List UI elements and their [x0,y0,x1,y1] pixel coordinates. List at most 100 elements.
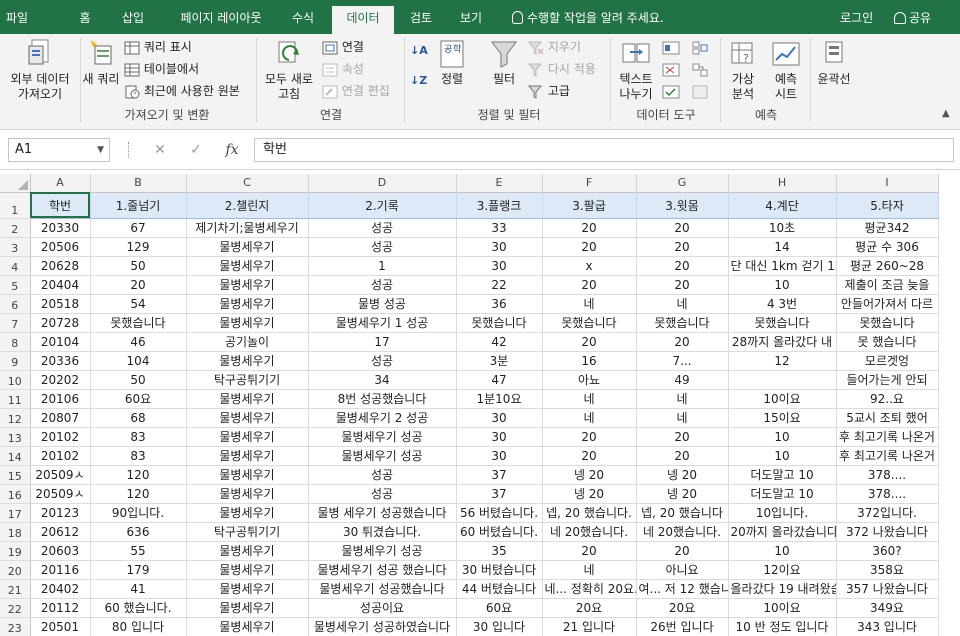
cell[interactable]: 68 [90,408,187,428]
cell[interactable]: 네 20했습니다. [636,522,729,542]
row-header[interactable]: 12 [0,408,31,428]
cell[interactable]: 탁구공튀기기 [186,522,309,542]
cell[interactable]: 80 입니다 [90,617,187,636]
cell[interactable]: 12이요 [728,560,837,580]
share-button[interactable]: 공유 [894,6,931,30]
cell[interactable]: 1 [308,256,457,276]
cell[interactable]: 129 [90,237,187,257]
cell[interactable]: 34 [308,370,457,390]
column-header[interactable]: B [90,174,187,193]
cell[interactable]: 학번 [30,192,91,219]
sort-ascending-button[interactable]: ↓A [410,42,428,60]
cell[interactable]: 아뇨 [542,370,637,390]
cell[interactable]: 10 반 정도 입니다 [728,617,837,636]
cell[interactable]: 네 [542,560,637,580]
cell[interactable]: 20402 [30,579,91,599]
formula-bar-separator[interactable] [128,142,130,158]
cell[interactable]: x [542,256,637,276]
cell[interactable]: 제출이 조금 늦을 [836,275,939,295]
tell-me-box[interactable]: 수행할 작업을 알려 주세요. [512,6,664,30]
cell[interactable]: 120 [90,484,187,504]
cell[interactable]: 14 [728,237,837,257]
row-header[interactable]: 19 [0,541,31,561]
cell[interactable]: 60요 [90,389,187,409]
cell[interactable]: 83 [90,446,187,466]
cell[interactable]: 물병세우기 [186,484,309,504]
cell[interactable]: 단 대신 1km 걷기 12 [728,256,837,276]
cell[interactable]: 5.타자 [836,192,939,219]
cell[interactable]: 3.플랭크 [456,192,543,219]
cell[interactable]: 넹 20 [636,484,729,504]
cell[interactable]: 1.줄넘기 [90,192,187,219]
cell[interactable]: 성공 [308,351,457,371]
cell[interactable]: 탁구공튀기기 [186,370,309,390]
cell[interactable]: 20104 [30,332,91,352]
cell[interactable]: 물병세우기 성공 [308,541,457,561]
new-query-button[interactable]: 새 쿼리 [82,38,120,87]
cell[interactable]: 평균342 [836,218,939,238]
cell[interactable]: 못했습니다 [836,313,939,333]
from-table-button[interactable]: 테이블에서 [124,60,199,78]
cell[interactable]: 60요 [456,598,543,618]
chevron-down-icon[interactable]: ▼ [97,139,104,161]
column-header[interactable]: H [728,174,837,193]
cell[interactable]: 20 [636,237,729,257]
cell[interactable]: 179 [90,560,187,580]
row-header[interactable]: 6 [0,294,31,314]
ribbon-tab[interactable]: 데이터 [332,6,394,34]
data-validation-button[interactable] [662,82,680,100]
ribbon-tab[interactable]: 보기 [450,6,492,34]
name-box[interactable]: A1 ▼ [8,138,110,162]
cell[interactable]: 넵, 20 했습니다. [542,503,637,523]
cell[interactable]: 제기차기;물병세우기 [186,218,309,238]
cell[interactable]: 10이요 [728,598,837,618]
cell[interactable]: 못했습니다 [90,313,187,333]
edit-links-button[interactable]: 연결 편집 [322,82,390,100]
row-header[interactable]: 8 [0,332,31,352]
cell[interactable]: 물병 세우기 성공했습니다 [308,503,457,523]
cell[interactable]: 평균 수 306 [836,237,939,257]
cell[interactable]: 20336 [30,351,91,371]
show-queries-button[interactable]: 쿼리 표시 [124,38,192,56]
row-header[interactable]: 14 [0,446,31,466]
cell[interactable]: 120 [90,465,187,485]
cell[interactable]: 물병세우기 [186,465,309,485]
cell[interactable]: 12 [728,351,837,371]
insert-function-icon[interactable]: fx [222,140,242,160]
cell[interactable]: 모르겟엉 [836,351,939,371]
cell[interactable]: 2.챌린지 [186,192,309,219]
cell[interactable]: 물병세우기 [186,351,309,371]
cell[interactable]: 20 [542,446,637,466]
cell[interactable]: 성공 [308,218,457,238]
cell[interactable]: 20 [542,218,637,238]
cell[interactable]: 넹 20 [636,465,729,485]
cell[interactable]: 49 [636,370,729,390]
sort-descending-button[interactable]: ↓Z [410,72,427,90]
cell[interactable]: 네... 정확히 20요. [542,579,637,599]
cell[interactable]: 104 [90,351,187,371]
cell[interactable]: 372입니다. [836,503,939,523]
cell[interactable]: 20 [90,275,187,295]
cell[interactable]: 물병세우기 [186,275,309,295]
ribbon-tab[interactable]: 파일 [0,6,34,34]
cell[interactable]: 후 최고기록 나온거 [836,427,939,447]
column-header[interactable]: C [186,174,309,193]
cell[interactable]: 378.... [836,484,939,504]
cell[interactable]: 네 [542,389,637,409]
cell[interactable]: 54 [90,294,187,314]
cell[interactable]: 3.팔굽 [542,192,637,219]
cell[interactable]: 7... [636,351,729,371]
cell[interactable]: 20 [542,275,637,295]
cell[interactable]: 20509ㅅ [30,484,91,504]
cell[interactable]: 343 입니다 [836,617,939,636]
cell[interactable]: 20102 [30,427,91,447]
row-header[interactable]: 22 [0,598,31,618]
cell[interactable]: 넵, 20 했습니다 [636,503,729,523]
row-header[interactable]: 5 [0,275,31,295]
cell[interactable]: 15이요 [728,408,837,428]
refresh-all-button[interactable]: 모두 새로 고침 [260,38,318,102]
cell[interactable]: 물병세우기 1 성공 [308,313,457,333]
row-header[interactable]: 20 [0,560,31,580]
row-header[interactable]: 1 [0,192,31,219]
cell[interactable]: 물병세우기 성공했습니다 [308,579,457,599]
